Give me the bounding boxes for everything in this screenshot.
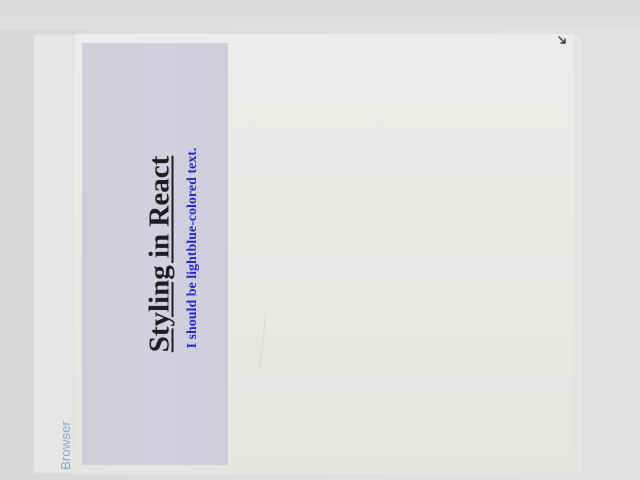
resize-handle-icon[interactable] bbox=[556, 34, 570, 46]
page-title: Styling in React bbox=[143, 155, 176, 353]
screen-smudge bbox=[259, 311, 267, 369]
screen-bezel bbox=[0, 0, 640, 30]
browser-tab-label[interactable]: Browser bbox=[58, 421, 73, 470]
styled-paragraph: I should be lightblue-colored text. bbox=[185, 147, 200, 349]
photo-scene: Browser Styling in React I should be lig… bbox=[0, 0, 640, 480]
